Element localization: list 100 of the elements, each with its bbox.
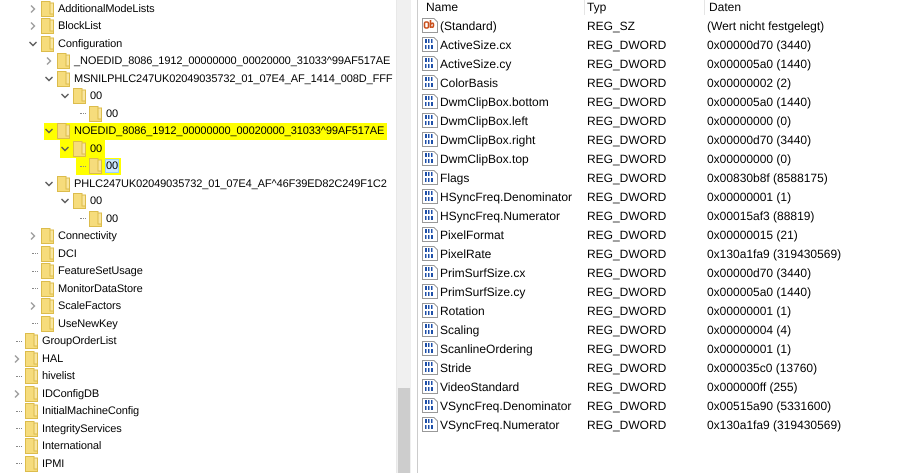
value-data: 0x00000001 (1) xyxy=(707,304,792,318)
tree-item[interactable]: 00 xyxy=(105,106,120,121)
tree-item[interactable]: International xyxy=(41,439,102,454)
folder-icon xyxy=(41,246,54,262)
binary-value-icon xyxy=(422,303,438,318)
tree-item[interactable]: PHLC247UK02049035732_01_07E4_AF^46F39ED82C249F1C2 xyxy=(73,176,388,191)
tree-item[interactable]: AdditionalModeLists xyxy=(57,2,156,16)
chevron-right-icon[interactable] xyxy=(28,4,38,14)
value-name: PrimSurfSize.cx xyxy=(440,266,526,280)
folder-icon xyxy=(57,53,70,70)
chevron-down-icon[interactable] xyxy=(60,144,70,154)
value-type: REG_DWORD xyxy=(586,418,668,432)
value-name: Scaling xyxy=(440,322,480,336)
value-name: Flags xyxy=(440,170,470,184)
value-name: DwmClipBox.bottom xyxy=(440,94,549,108)
tree-item[interactable]: hivelist xyxy=(41,369,76,384)
value-name: Stride xyxy=(440,360,472,374)
value-type: REG_DWORD xyxy=(586,132,668,146)
tree-item[interactable]: GroupOrderList xyxy=(41,334,118,348)
binary-value-icon xyxy=(422,227,438,242)
tree-item[interactable]: DCI xyxy=(57,246,78,261)
binary-value-icon xyxy=(422,37,438,52)
folder-icon xyxy=(89,158,102,174)
tree-item[interactable]: BlockList xyxy=(57,19,102,34)
binary-value-icon xyxy=(422,379,438,394)
value-name: PixelRate xyxy=(440,246,492,260)
folder-icon xyxy=(25,420,38,437)
folder-icon xyxy=(41,36,54,52)
tree-item[interactable]: 00 xyxy=(89,194,104,208)
tree-item[interactable]: 00 xyxy=(89,142,104,156)
tree-connector xyxy=(80,166,86,167)
value-name: VideoStandard xyxy=(440,380,520,394)
chevron-right-icon[interactable] xyxy=(28,21,38,32)
value-name: DwmClipBox.left xyxy=(440,114,528,128)
folder-icon xyxy=(41,263,54,280)
column-header[interactable]: Name xyxy=(422,0,585,15)
value-name: PixelFormat xyxy=(440,228,504,242)
tree-item[interactable]: HAL xyxy=(41,352,64,366)
string-value-icon xyxy=(422,18,438,33)
value-name: PrimSurfSize.cy xyxy=(440,284,526,298)
binary-value-icon xyxy=(422,265,438,280)
tree-item[interactable]: _NOEDID_8086_1912_00000000_00020000_31033^99AF517AE xyxy=(73,54,392,68)
tree-item[interactable]: FeatureSetUsage xyxy=(57,264,144,278)
value-type: REG_DWORD xyxy=(586,56,668,70)
tree-item[interactable]: 00 xyxy=(105,212,120,226)
folder-icon xyxy=(73,140,86,157)
value-data: 0x000005a0 (1440) xyxy=(707,94,812,108)
binary-value-icon xyxy=(422,322,438,337)
scrollbar[interactable] xyxy=(396,0,411,473)
tree-item[interactable]: MSNILPHLC247UK02049035732_01_07E4_AF_1414_008D_FFF xyxy=(73,72,394,86)
value-name: HSyncFreq.Numerator xyxy=(440,208,560,222)
value-data: 0x000005a0 (1440) xyxy=(707,284,812,298)
value-type: REG_DWORD xyxy=(586,284,668,298)
chevron-right-icon[interactable] xyxy=(12,354,22,364)
tree-item[interactable]: Configuration xyxy=(57,36,124,51)
folder-icon xyxy=(41,18,54,34)
value-type: REG_DWORD xyxy=(586,398,668,412)
value-data: 0x000005a0 (1440) xyxy=(707,56,812,70)
scrollbar-thumb[interactable] xyxy=(398,388,410,473)
binary-value-icon xyxy=(422,246,438,261)
folder-icon xyxy=(57,123,70,140)
tree-item[interactable]: 00 xyxy=(105,159,120,174)
tree-item[interactable]: Connectivity xyxy=(57,229,118,244)
value-type: REG_DWORD xyxy=(586,322,668,336)
folder-icon xyxy=(25,386,38,402)
binary-value-icon xyxy=(422,360,438,375)
binary-value-icon xyxy=(422,151,438,166)
tree-item[interactable]: ScaleFactors xyxy=(57,299,122,314)
column-header[interactable]: Daten xyxy=(705,0,910,15)
value-name: ScanlineOrdering xyxy=(440,342,533,356)
value-name: ColorBasis xyxy=(440,76,498,90)
binary-value-icon xyxy=(422,113,438,128)
chevron-down-icon[interactable] xyxy=(44,74,54,84)
binary-value-icon xyxy=(422,208,438,223)
chevron-right-icon[interactable] xyxy=(28,231,38,242)
chevron-down-icon[interactable] xyxy=(28,38,38,49)
folder-icon xyxy=(25,368,38,384)
binary-value-icon xyxy=(422,417,438,432)
value-name: ActiveSize.cx xyxy=(440,38,512,52)
tree-item[interactable]: NOEDID_8086_1912_00000000_00020000_31033^99AF517AE xyxy=(73,124,386,138)
value-data: 0x00000000 (0) xyxy=(707,114,792,128)
folder-icon xyxy=(41,298,54,314)
chevron-right-icon[interactable] xyxy=(28,301,38,312)
tree-item[interactable]: InitialMachineConfig xyxy=(41,404,140,418)
tree-item[interactable]: IntegrityServices xyxy=(41,422,123,436)
chevron-right-icon[interactable] xyxy=(44,56,54,66)
tree-item[interactable]: IPMI xyxy=(41,456,66,471)
value-name: ActiveSize.cy xyxy=(440,56,512,70)
value-type: REG_DWORD xyxy=(586,152,668,166)
column-header[interactable]: Typ xyxy=(585,0,705,15)
value-data: (Wert nicht festgelegt) xyxy=(707,18,826,32)
tree-item[interactable]: MonitorDataStore xyxy=(57,282,144,296)
value-name: Rotation xyxy=(440,304,485,318)
tree-item[interactable]: UseNewKey xyxy=(57,316,119,331)
value-type: REG_DWORD xyxy=(586,342,668,356)
tree-item[interactable]: IDConfigDB xyxy=(41,386,100,401)
chevron-down-icon[interactable] xyxy=(44,178,54,189)
tree-item[interactable]: 00 xyxy=(89,89,104,104)
chevron-right-icon[interactable] xyxy=(12,388,22,399)
value-data: 0x130a1fa9 (319430569) xyxy=(707,246,842,260)
